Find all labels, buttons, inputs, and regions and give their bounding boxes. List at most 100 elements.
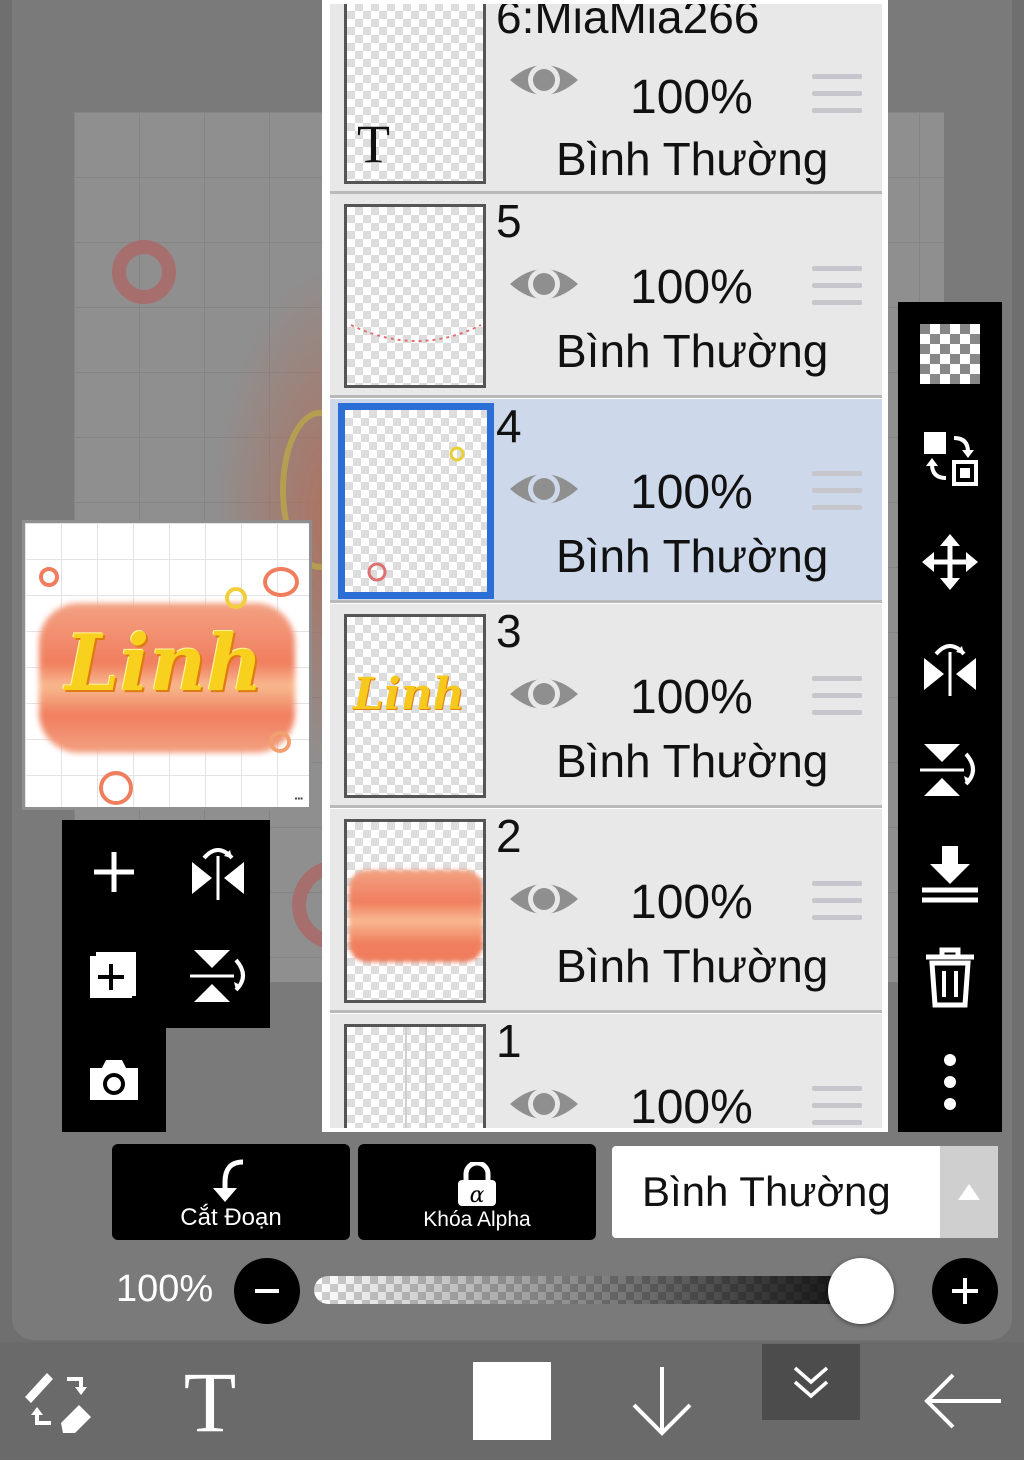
layer-thumbnail[interactable] <box>344 204 486 388</box>
flip-horizontal-button[interactable] <box>898 614 1002 718</box>
layer-palette-extra <box>62 1028 166 1132</box>
text-tool-button[interactable]: T <box>170 1342 250 1460</box>
layer-opacity: 100% <box>630 876 753 929</box>
layer-row[interactable]: T 6:MiaMia266 100% Bình Thường <box>330 4 882 194</box>
drag-handle-icon[interactable] <box>812 266 862 308</box>
merge-down-button[interactable] <box>898 822 1002 926</box>
duplicate-layer-button[interactable] <box>62 924 166 1028</box>
canvas-ring <box>112 240 176 304</box>
layer-opacity: 100% <box>630 1081 753 1132</box>
duplicate-layer-icon <box>90 952 136 1002</box>
alpha-lock-label: Khóa Alpha <box>423 1208 531 1231</box>
svg-text:T: T <box>184 1363 237 1439</box>
layer-blend-mode: Bình Thường <box>556 133 829 185</box>
alpha-lock-button[interactable]: α Khóa Alpha <box>358 1144 596 1240</box>
brush-eraser-swap-button[interactable] <box>14 1342 104 1460</box>
eye-icon[interactable] <box>508 670 580 718</box>
layer-transfer-button[interactable] <box>898 406 1002 510</box>
blend-mode-select[interactable]: Bình Thường <box>612 1146 998 1238</box>
eye-icon[interactable] <box>508 56 580 104</box>
layer-thumb-text: Linh <box>353 669 465 720</box>
clipping-button[interactable]: Cắt Đoạn <box>112 1144 350 1240</box>
layer-thumb-art <box>350 324 482 342</box>
layer-thumbnail[interactable] <box>338 403 494 599</box>
trash-icon <box>926 947 974 1008</box>
preview-heart <box>263 567 299 597</box>
opacity-increase-button[interactable] <box>932 1258 998 1324</box>
flip-vertical-button[interactable] <box>898 718 1002 822</box>
lock-alpha-icon: α <box>458 1162 496 1208</box>
layer-row[interactable]: 2 100% Bình Thường <box>330 809 882 1013</box>
transparency-checker-icon <box>920 324 980 384</box>
preview-signature: ▪▪▪ <box>294 794 303 803</box>
layer-opacity: 100% <box>630 671 753 724</box>
merge-down-icon <box>922 846 978 903</box>
color-swatch-icon <box>473 1362 551 1440</box>
layer-blend-mode: Bình Thường <box>556 530 829 582</box>
layer-opacity: 100% <box>630 261 753 314</box>
layer-thumbnail[interactable] <box>344 1024 486 1128</box>
plus-icon <box>952 1278 978 1304</box>
back-button[interactable] <box>918 1342 1008 1460</box>
layer-thumbnail[interactable] <box>344 819 486 1003</box>
layer-row[interactable]: Linh 3 100% Bình Thường <box>330 604 882 808</box>
canvas-preview[interactable]: Linh ▪▪▪ <box>22 520 312 810</box>
blend-mode-arrow[interactable] <box>940 1146 998 1238</box>
layer-thumb-paint <box>349 870 483 962</box>
app-screen: Linh ▪▪▪ T 6:MiaMia266 100% Bình Thường … <box>0 0 1024 1460</box>
layer-thumbnail[interactable]: T <box>344 4 486 184</box>
opacity-slider-knob[interactable] <box>828 1258 894 1324</box>
move-button[interactable] <box>898 510 1002 614</box>
flip-horizontal-button[interactable] <box>166 820 270 924</box>
color-swatch-button[interactable] <box>470 1342 554 1460</box>
layer-thumb-art <box>367 446 465 582</box>
layers-tab-button[interactable] <box>762 1342 860 1422</box>
flip-horizontal-icon <box>192 848 244 900</box>
svg-text:α: α <box>470 1183 485 1208</box>
eye-icon[interactable] <box>508 875 580 923</box>
layer-tools-bar <box>898 302 1002 1132</box>
down-arrow-button[interactable] <box>620 1342 704 1460</box>
opacity-slider-track[interactable] <box>314 1276 894 1304</box>
layer-blend-mode: Bình Thường <box>556 735 829 787</box>
layer-transfer-icon <box>924 432 978 486</box>
blend-mode-value: Bình Thường <box>642 1168 891 1215</box>
layer-name: 4 <box>496 400 522 452</box>
opacity-value: 100% <box>116 1268 214 1310</box>
eye-icon[interactable] <box>508 465 580 513</box>
layer-thumbnail[interactable]: Linh <box>344 614 486 798</box>
drag-handle-icon[interactable] <box>812 471 862 513</box>
preview-ring <box>269 731 291 753</box>
drag-handle-icon[interactable] <box>812 676 862 718</box>
drag-handle-icon[interactable] <box>812 881 862 923</box>
layer-name: 5 <box>496 195 522 247</box>
drag-handle-icon[interactable] <box>812 74 862 116</box>
delete-layer-button[interactable] <box>898 926 1002 1030</box>
layer-thumb-grid <box>405 1027 407 1128</box>
layer-name: 2 <box>496 810 522 862</box>
preview-ring <box>225 587 247 609</box>
layer-row-selected[interactable]: 4 100% Bình Thường <box>330 399 882 603</box>
layer-blend-mode: Bình Thường <box>556 940 829 992</box>
import-photo-button[interactable] <box>62 1028 166 1132</box>
opacity-decrease-button[interactable] <box>234 1258 300 1324</box>
down-arrow-icon <box>632 1367 692 1436</box>
eye-icon[interactable] <box>508 1080 580 1128</box>
drag-handle-icon[interactable] <box>812 1086 862 1128</box>
add-layer-button[interactable] <box>62 820 166 924</box>
chevron-up-icon <box>958 1184 980 1200</box>
layer-row[interactable]: 1 100% <box>330 1014 882 1132</box>
layer-blend-mode: Bình Thường <box>556 325 829 377</box>
flip-vertical-button[interactable] <box>166 924 270 1028</box>
layers-collapse-icon <box>793 1366 829 1399</box>
camera-icon <box>90 1060 138 1100</box>
layer-row[interactable]: 5 100% Bình Thường <box>330 194 882 398</box>
layer-name: 3 <box>496 605 522 657</box>
transparency-button[interactable] <box>898 302 1002 406</box>
flip-vertical-icon <box>920 744 975 796</box>
clipping-label: Cắt Đoạn <box>180 1204 282 1231</box>
layer-opacity: 100% <box>630 71 753 124</box>
layer-name: 1 <box>496 1015 522 1067</box>
eye-icon[interactable] <box>508 260 580 308</box>
more-options-button[interactable] <box>898 1030 1002 1134</box>
